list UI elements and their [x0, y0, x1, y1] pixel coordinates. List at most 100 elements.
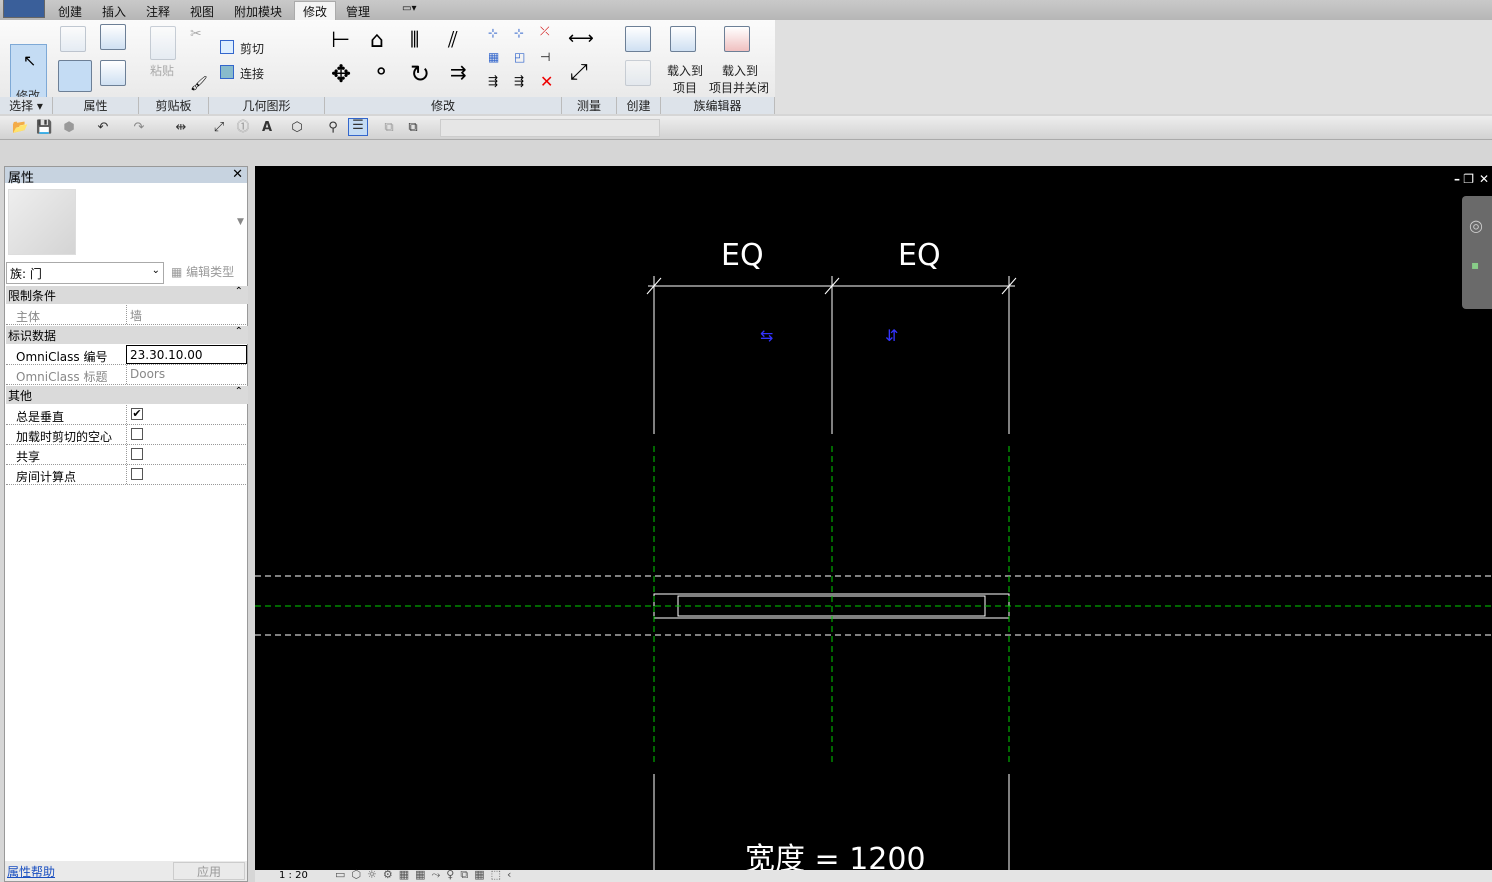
property-row: 共享 — [6, 445, 248, 465]
chevron-down-icon[interactable]: ▼ — [237, 217, 244, 227]
properties-title-bar[interactable]: 属性 ✕ — [5, 167, 247, 186]
close-icon[interactable]: ✕ — [232, 167, 243, 182]
scale-icon[interactable]: ◰ — [514, 50, 525, 64]
load-project-label-2[interactable]: 项目 — [673, 79, 697, 96]
create-similar-icon[interactable] — [625, 26, 651, 52]
property-key: 共享 — [16, 450, 41, 464]
section-icon[interactable]: ⚲ — [326, 121, 340, 135]
measure-qat-icon[interactable]: ⤢ — [212, 121, 226, 135]
load-into-project-icon[interactable] — [670, 26, 696, 52]
undo-icon[interactable]: ↶ — [96, 121, 110, 135]
collapse-icon[interactable]: ⌃ — [235, 386, 243, 397]
apply-button[interactable]: 应用 — [173, 862, 245, 880]
copy-icon[interactable]: ⚬ — [372, 60, 390, 85]
cut-geometry-icon[interactable] — [220, 40, 234, 54]
view-control-icons[interactable]: ▭⬡☼⚙▦▦⤳♀⧉▦⬚‹ — [335, 868, 517, 882]
family-types-icon[interactable] — [100, 60, 126, 86]
collapse-icon[interactable]: ⌃ — [235, 286, 243, 297]
array-icon[interactable]: ▦ — [488, 50, 499, 64]
panel-modify: 修改 — [325, 97, 562, 114]
chevron-down-icon: ⌄ — [151, 265, 160, 276]
trim-extend-icon[interactable]: ⇉ — [450, 60, 467, 84]
restore-icon[interactable]: ❐ — [1463, 172, 1474, 186]
load-project-label[interactable]: 载入到 — [667, 62, 703, 79]
pin-icon[interactable]: ⊣ — [540, 50, 550, 64]
app-menu-button[interactable] — [3, 0, 45, 18]
open-icon[interactable]: 📂 — [12, 121, 28, 135]
properties-icon[interactable] — [58, 60, 92, 92]
cut-geometry-label[interactable]: 剪切 — [240, 40, 264, 57]
omniclass-number-input[interactable]: 23.30.10.00 — [126, 345, 247, 364]
aligned-dimension-icon[interactable]: ⟷ — [568, 28, 594, 49]
join-geometry-icon[interactable] — [220, 65, 234, 79]
redo-icon[interactable]: ↷ — [132, 121, 146, 135]
mirror-axis-icon[interactable]: ⫴ — [410, 28, 419, 53]
load-close-label-2[interactable]: 项目并关闭 — [709, 79, 769, 96]
switch-windows-icon[interactable]: ⧉ — [406, 121, 420, 135]
edit-type-button[interactable]: ▦ 编辑类型 — [171, 263, 234, 280]
section-constraints[interactable]: 限制条件 ⌃ — [6, 286, 248, 304]
move-icon[interactable]: ✥ — [331, 60, 351, 88]
paste-label: 粘贴 — [150, 64, 175, 78]
qat-dropdown[interactable] — [440, 119, 660, 137]
trim-multiple-icon[interactable]: ⇶ — [514, 74, 524, 88]
mirror-draw-icon[interactable]: ⫽ — [448, 28, 458, 53]
offset-icon[interactable]: ⌂ — [370, 28, 384, 53]
eq-label-left[interactable]: EQ — [721, 238, 764, 273]
rotate-icon[interactable]: ↻ — [410, 60, 430, 88]
match-type-icon[interactable]: 🖌 — [190, 76, 208, 92]
panel-select[interactable]: 选择 ▾ — [0, 97, 53, 114]
steering-wheel-icon[interactable]: ◎ — [1469, 216, 1483, 235]
aligned-dimension-qat-icon[interactable]: ⇹ — [174, 121, 188, 135]
tab-annotate[interactable]: 注释 — [146, 3, 170, 20]
ribbon-minimize-icon[interactable]: ▭▾ — [402, 3, 416, 14]
unpin-icon[interactable]: ⤫ — [540, 24, 550, 39]
create-group-icon[interactable] — [625, 60, 651, 86]
tab-create[interactable]: 创建 — [58, 3, 82, 20]
split-gap-icon[interactable]: ⊹ — [514, 26, 524, 40]
eq-label-right[interactable]: EQ — [898, 238, 941, 273]
drawing-canvas[interactable]: ⇆ ⇵ EQ EQ 宽度 = 1200 – ❐ ✕ ◎ ▪ — [255, 166, 1492, 877]
flip-vertical-icon: ⇵ — [885, 326, 898, 345]
align-icon[interactable]: ⊢ — [331, 28, 350, 53]
tab-insert[interactable]: 插入 — [102, 3, 126, 20]
type-selector[interactable]: 族: 门 ⌄ — [6, 262, 164, 284]
tab-manage[interactable]: 管理 — [346, 3, 370, 20]
cut-with-voids-checkbox[interactable] — [131, 428, 143, 440]
ribbon-tab-bar: 创建 插入 注释 视图 附加模块 修改 管理 ▭▾ — [0, 0, 1492, 21]
save-icon[interactable]: 💾 — [36, 121, 52, 135]
properties-help-link[interactable]: 属性帮助 — [7, 863, 55, 880]
collapse-icon[interactable]: ⌃ — [235, 326, 243, 337]
split-icon[interactable]: ⊹ — [488, 26, 498, 40]
family-category-icon[interactable] — [100, 24, 126, 50]
zoom-icon[interactable]: ▪ — [1471, 258, 1479, 272]
section-identity-data[interactable]: 标识数据 ⌃ — [6, 326, 248, 344]
tab-modify[interactable]: 修改 — [294, 1, 337, 21]
load-and-close-icon[interactable] — [724, 26, 750, 52]
tab-addins[interactable]: 附加模块 — [234, 3, 282, 20]
tag-icon[interactable]: ⓵ — [236, 121, 250, 135]
shared-checkbox[interactable] — [131, 448, 143, 460]
view-scale[interactable]: 1 : 20 — [279, 870, 308, 881]
load-close-label[interactable]: 载入到 — [722, 62, 758, 79]
section-title: 其他 — [8, 389, 33, 403]
type-properties-icon[interactable] — [60, 26, 86, 52]
room-calc-point-checkbox[interactable] — [131, 468, 143, 480]
cut-clipboard-icon[interactable]: ✂ — [190, 26, 202, 42]
navigation-bar[interactable]: ◎ ▪ — [1462, 196, 1492, 309]
section-other[interactable]: 其他 ⌃ — [6, 386, 248, 404]
trim-single-icon[interactable]: ⇶ — [488, 74, 498, 88]
always-vertical-checkbox[interactable]: ✔ — [131, 408, 143, 420]
delete-icon[interactable]: ✕ — [540, 72, 553, 91]
text-icon[interactable]: A — [260, 121, 274, 135]
close-hidden-icon[interactable]: ⧉ — [382, 121, 396, 135]
join-geometry-label[interactable]: 连接 — [240, 65, 264, 82]
close-view-icon[interactable]: ✕ — [1479, 172, 1489, 186]
tab-view[interactable]: 视图 — [190, 3, 214, 20]
measure-icon[interactable]: ⤢ — [570, 60, 588, 85]
3d-view-icon[interactable]: ⬡ — [290, 121, 304, 135]
minimize-icon[interactable]: – — [1454, 172, 1460, 186]
sync-icon[interactable]: ⬢ — [62, 121, 76, 135]
paste-icon[interactable] — [150, 26, 176, 60]
thin-lines-icon[interactable]: ☰ — [348, 118, 368, 136]
